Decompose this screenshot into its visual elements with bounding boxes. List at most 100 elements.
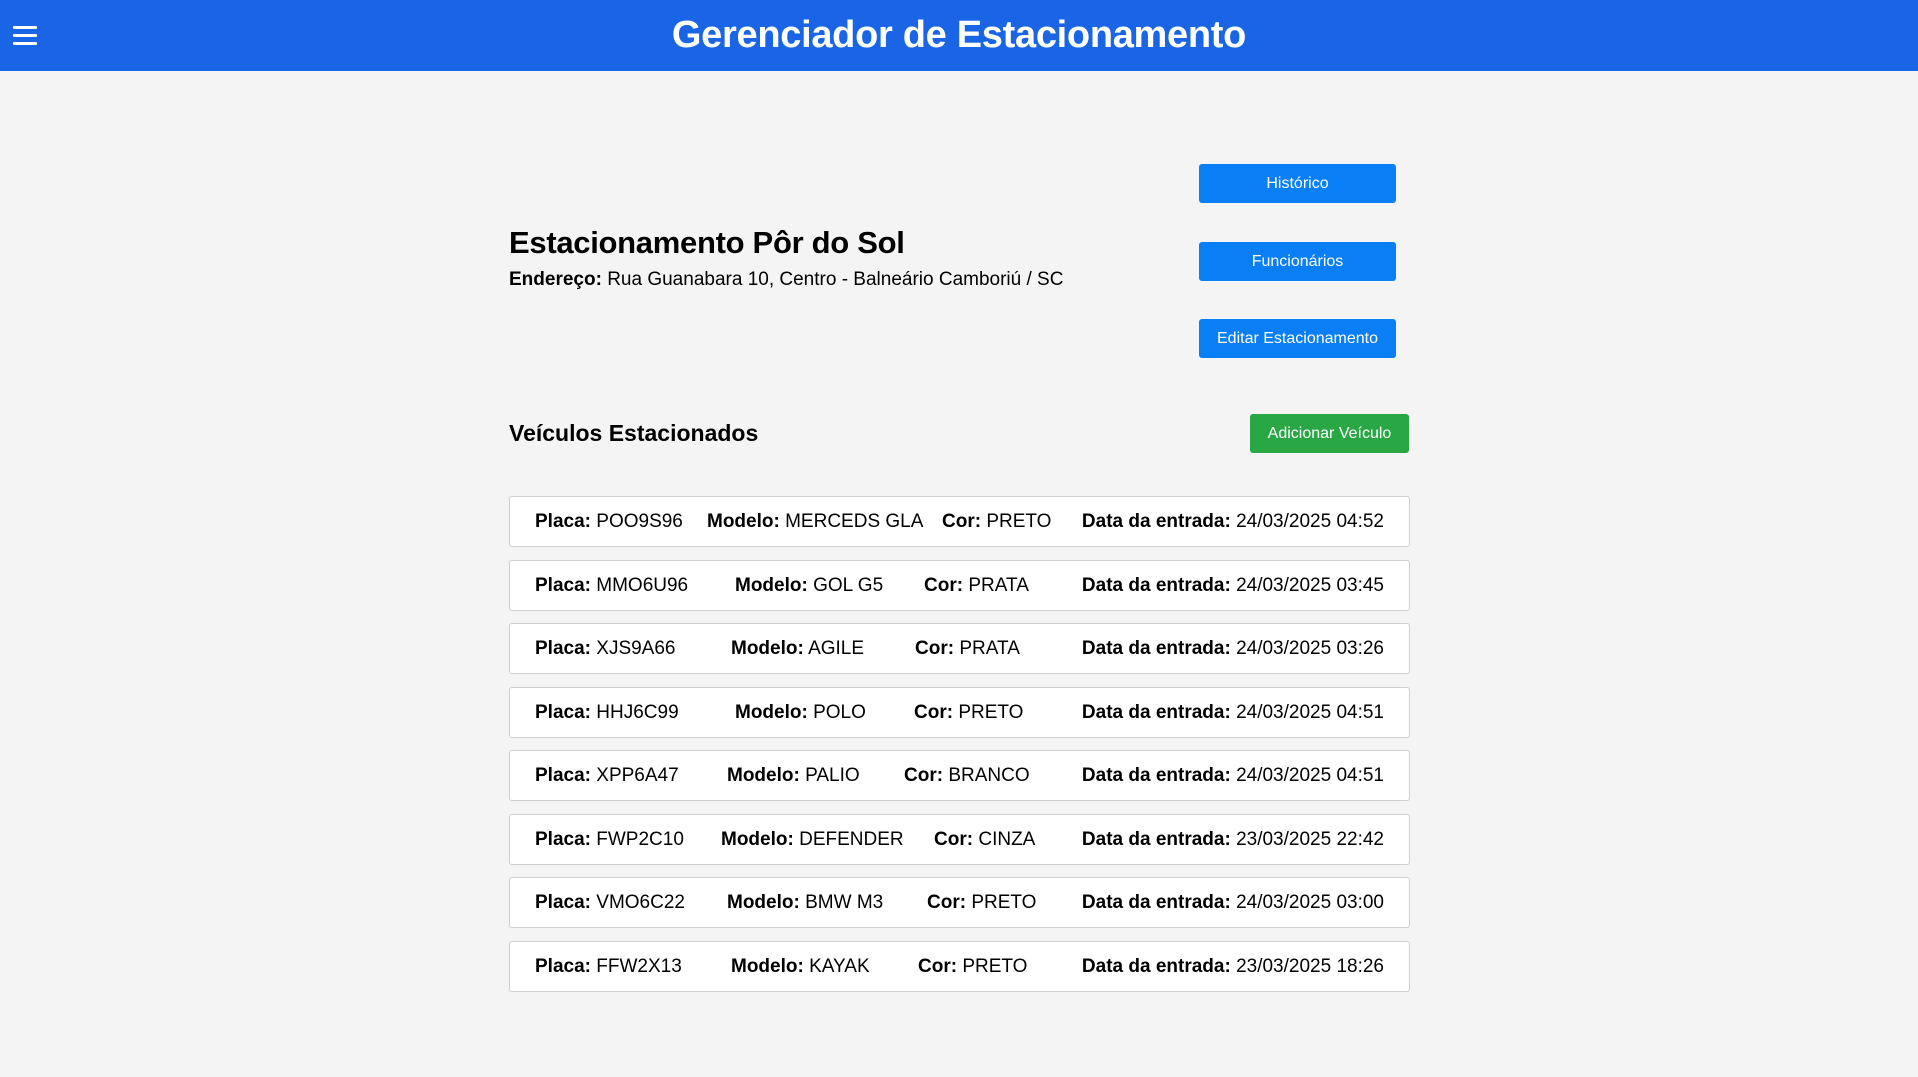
placa-field: Placa: FWP2C10: [535, 815, 684, 864]
editar-estacionamento-button[interactable]: Editar Estacionamento: [1199, 319, 1396, 358]
parking-lot-address: Endereço: Rua Guanabara 10, Centro - Bal…: [509, 269, 1063, 291]
modelo-value: MERCEDS GLA: [785, 511, 924, 532]
data-field: Data da entrada: 24/03/2025 04:52: [1082, 497, 1384, 546]
data-label: Data da entrada:: [1081, 702, 1231, 723]
modelo-label: Modelo:: [735, 702, 808, 723]
cor-label: Cor:: [927, 892, 967, 913]
modelo-field: Modelo: DEFENDER: [721, 815, 904, 864]
modelo-field: Modelo: KAYAK: [731, 942, 870, 991]
modelo-label: Modelo:: [731, 956, 804, 977]
data-field: Data da entrada: 24/03/2025 03:00: [1082, 878, 1384, 927]
cor-label: Cor:: [924, 575, 964, 596]
vehicle-row[interactable]: Placa: VMO6C22 Modelo: BMW M3 Cor: PRETO…: [509, 877, 1410, 928]
placa-value: POO9S96: [596, 511, 683, 532]
address-value: Rua Guanabara 10, Centro - Balneário Cam…: [607, 269, 1064, 290]
modelo-value: DEFENDER: [799, 829, 904, 850]
data-label: Data da entrada:: [1081, 892, 1231, 913]
placa-field: Placa: MMO6U96: [535, 561, 688, 610]
modelo-value: BMW M3: [805, 892, 884, 913]
modelo-value: POLO: [813, 702, 866, 723]
data-value: 24/03/2025 03:00: [1236, 892, 1384, 913]
data-field: Data da entrada: 23/03/2025 22:42: [1082, 815, 1384, 864]
top-bar: Gerenciador de Estacionamento: [0, 0, 1918, 71]
vehicle-row[interactable]: Placa: FFW2X13 Modelo: KAYAK Cor: PRETO …: [509, 941, 1410, 992]
cor-label: Cor:: [942, 511, 982, 532]
data-value: 24/03/2025 04:51: [1236, 765, 1384, 786]
cor-label: Cor:: [914, 702, 954, 723]
modelo-value: AGILE: [808, 638, 865, 659]
data-field: Data da entrada: 24/03/2025 04:51: [1082, 688, 1384, 737]
data-field: Data da entrada: 24/03/2025 03:26: [1082, 624, 1384, 673]
cor-field: Cor: PRATA: [924, 561, 1029, 610]
cor-value: BRANCO: [948, 765, 1030, 786]
placa-label: Placa:: [535, 702, 591, 723]
placa-value: FFW2X13: [596, 956, 682, 977]
modelo-value: KAYAK: [809, 956, 870, 977]
cor-field: Cor: PRETO: [914, 688, 1023, 737]
data-label: Data da entrada:: [1081, 956, 1231, 977]
cor-value: PRETO: [958, 702, 1024, 723]
placa-field: Placa: POO9S96: [535, 497, 683, 546]
modelo-label: Modelo:: [731, 638, 804, 659]
vehicle-row[interactable]: Placa: XPP6A47 Modelo: PALIO Cor: BRANCO…: [509, 750, 1410, 801]
vehicle-row[interactable]: Placa: FWP2C10 Modelo: DEFENDER Cor: CIN…: [509, 814, 1410, 865]
placa-field: Placa: XJS9A66: [535, 624, 676, 673]
cor-value: PRATA: [959, 638, 1020, 659]
vehicle-row[interactable]: Placa: POO9S96 Modelo: MERCEDS GLA Cor: …: [509, 496, 1410, 547]
adicionar-veiculo-button[interactable]: Adicionar Veículo: [1250, 414, 1409, 453]
cor-value: PRETO: [986, 511, 1052, 532]
modelo-label: Modelo:: [735, 575, 808, 596]
data-value: 24/03/2025 03:45: [1236, 575, 1384, 596]
cor-field: Cor: BRANCO: [904, 751, 1030, 800]
cor-field: Cor: CINZA: [934, 815, 1035, 864]
data-label: Data da entrada:: [1081, 575, 1231, 596]
data-label: Data da entrada:: [1081, 829, 1231, 850]
cor-field: Cor: PRATA: [915, 624, 1020, 673]
placa-label: Placa:: [535, 575, 591, 596]
data-field: Data da entrada: 24/03/2025 03:45: [1082, 561, 1384, 610]
placa-field: Placa: VMO6C22: [535, 878, 685, 927]
data-label: Data da entrada:: [1081, 638, 1231, 659]
cor-label: Cor:: [934, 829, 974, 850]
placa-label: Placa:: [535, 765, 591, 786]
data-field: Data da entrada: 23/03/2025 18:26: [1082, 942, 1384, 991]
modelo-field: Modelo: MERCEDS GLA: [707, 497, 923, 546]
placa-value: MMO6U96: [596, 575, 689, 596]
cor-field: Cor: PRETO: [927, 878, 1036, 927]
data-value: 24/03/2025 03:26: [1236, 638, 1384, 659]
data-value: 23/03/2025 18:26: [1236, 956, 1384, 977]
funcionarios-button[interactable]: Funcionários: [1199, 242, 1396, 281]
modelo-field: Modelo: GOL G5: [735, 561, 883, 610]
cor-value: PRETO: [962, 956, 1028, 977]
placa-value: HHJ6C99: [596, 702, 679, 723]
placa-label: Placa:: [535, 638, 591, 659]
cor-value: PRETO: [971, 892, 1037, 913]
data-value: 24/03/2025 04:51: [1236, 702, 1384, 723]
modelo-value: GOL G5: [813, 575, 884, 596]
vehicle-row[interactable]: Placa: MMO6U96 Modelo: GOL G5 Cor: PRATA…: [509, 560, 1410, 611]
cor-value: PRATA: [968, 575, 1029, 596]
cor-field: Cor: PRETO: [918, 942, 1027, 991]
modelo-field: Modelo: PALIO: [727, 751, 860, 800]
placa-value: FWP2C10: [596, 829, 684, 850]
placa-label: Placa:: [535, 956, 591, 977]
placa-field: Placa: FFW2X13: [535, 942, 682, 991]
data-value: 23/03/2025 22:42: [1236, 829, 1384, 850]
modelo-label: Modelo:: [727, 765, 800, 786]
modelo-field: Modelo: BMW M3: [727, 878, 883, 927]
cor-value: CINZA: [978, 829, 1036, 850]
vehicle-row[interactable]: Placa: XJS9A66 Modelo: AGILE Cor: PRATA …: [509, 623, 1410, 674]
placa-value: VMO6C22: [596, 892, 685, 913]
historico-button[interactable]: Histórico: [1199, 164, 1396, 203]
cor-label: Cor:: [915, 638, 955, 659]
placa-field: Placa: XPP6A47: [535, 751, 679, 800]
modelo-field: Modelo: AGILE: [731, 624, 864, 673]
address-label: Endereço:: [509, 269, 602, 290]
modelo-label: Modelo:: [727, 892, 800, 913]
placa-label: Placa:: [535, 829, 591, 850]
hamburger-menu-icon[interactable]: [13, 26, 37, 46]
parking-lot-name: Estacionamento Pôr do Sol: [509, 225, 905, 260]
data-label: Data da entrada:: [1081, 511, 1231, 532]
data-label: Data da entrada:: [1081, 765, 1231, 786]
vehicle-row[interactable]: Placa: HHJ6C99 Modelo: POLO Cor: PRETO D…: [509, 687, 1410, 738]
